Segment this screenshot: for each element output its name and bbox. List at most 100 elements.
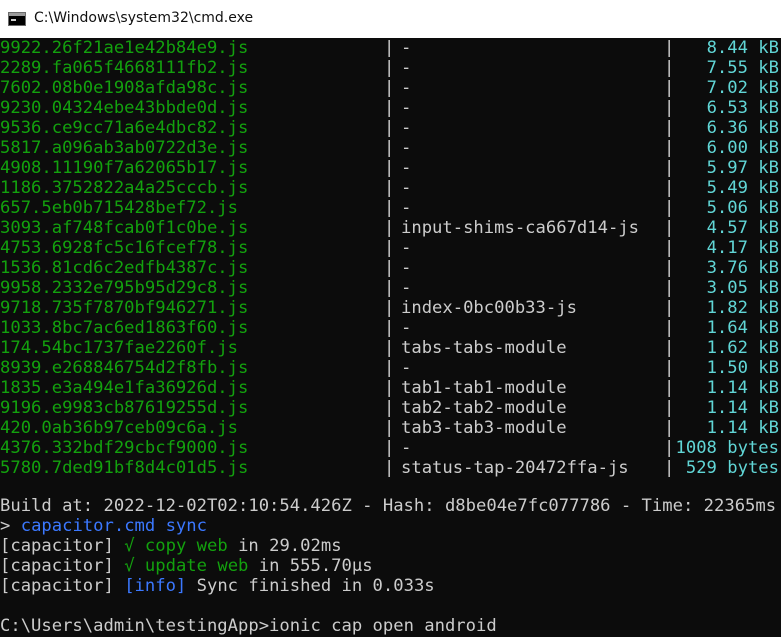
column-separator: | [664,398,675,418]
chunk-name: - [401,358,412,378]
task-duration: in 555.70μs [258,556,373,576]
chunk-size: 5.06 kB [706,198,779,218]
column-separator: | [664,438,675,458]
table-row: 9922.26f21ae1e42b84e9.js | - | 8.44 kB [0,38,781,58]
table-row: 1835.e3a494e1fa36926d.js | tab1-tab1-modul… [0,378,781,398]
chunk-file-name: 4376.332bdf29cbcf9000.js [0,438,249,458]
chunk-size: 1.14 kB [706,378,779,398]
table-row: 657.5eb0b715428bef72.js | - | 5.06 kB [0,198,781,218]
chunk-size: 1008 bytes [675,438,779,458]
chunk-name: - [401,258,412,278]
column-separator: | [384,218,395,238]
column-separator: | [664,98,675,118]
table-row: 174.54bc1737fae2260f.js | tabs-tabs-module… [0,338,781,358]
chunk-size: 5.97 kB [706,158,779,178]
chunk-size: 1.50 kB [706,358,779,378]
chunk-size: 4.17 kB [706,238,779,258]
column-separator: | [384,98,395,118]
chunk-file-name: 9718.735f7870bf946271.js [0,298,249,318]
chunk-size: 3.76 kB [706,258,779,278]
chunk-name: - [401,118,412,138]
chunk-size: 8.44 kB [706,38,779,58]
title-bar[interactable]: C:\Windows\system32\cmd.exe [0,0,781,38]
chunk-file-name: 1536.81cd6c2edfb4387c.js [0,258,249,278]
chunk-name: index-0bc00b33-js [401,298,577,318]
chunk-file-name: 1033.8bc7ac6ed1863f60.js [0,318,249,338]
command-prompt-line[interactable]: C:\Users\admin\testingApp>ionic cap open… [0,616,497,636]
chunk-name: input-shims-ca667d14-js [401,218,639,238]
task-name: copy web [144,536,228,556]
chunk-size: 529 bytes [685,458,779,478]
chunk-file-name: 2289.fa065f4668111fb2.js [0,58,249,78]
column-separator: | [664,298,675,318]
check-icon: √ [124,536,135,556]
column-separator: | [384,298,395,318]
column-separator: | [384,258,395,278]
table-row: 9536.ce9cc71a6e4dbc82.js | - | 6.36 kB [0,118,781,138]
chunk-name: tab1-tab1-module [401,378,567,398]
sync-copy-line: [capacitor] √ copy web in 29.02ms [0,536,342,556]
column-separator: | [384,398,395,418]
log-prefix: [capacitor] [0,576,114,596]
sync-command: capacitor.cmd sync [20,516,207,536]
column-separator: | [664,338,675,358]
chunk-file-name: 420.0ab36b97ceb09c6a.js [0,418,238,438]
task-duration: in 29.02ms [238,536,342,556]
column-separator: | [384,138,395,158]
chunk-name: - [401,58,412,78]
table-row: 4376.332bdf29cbcf9000.js | - | 1008 bytes [0,438,781,458]
chunk-file-name: 7602.08b0e1908afda98c.js [0,78,249,98]
column-separator: | [384,318,395,338]
table-row: 5780.7ded91bf8d4c01d5.js | status-tap-2047… [0,458,781,478]
chunk-size: 1.14 kB [706,418,779,438]
sync-command-line: > capacitor.cmd sync [0,516,207,536]
column-separator: | [664,198,675,218]
table-row: 420.0ab36b97ceb09c6a.js | tab3-tab3-module… [0,418,781,438]
column-separator: | [384,38,395,58]
chunk-size: 1.14 kB [706,398,779,418]
table-row: 1536.81cd6c2edfb4387c.js | - | 3.76 kB [0,258,781,278]
table-row: 2289.fa065f4668111fb2.js | - | 7.55 kB [0,58,781,78]
task-name: update web [144,556,249,576]
column-separator: | [664,178,675,198]
chunk-file-name: 5780.7ded91bf8d4c01d5.js [0,458,249,478]
sync-update-line: [capacitor] √ update web in 555.70μs [0,556,373,576]
chunk-size: 1.62 kB [706,338,779,358]
column-separator: | [664,318,675,338]
column-separator: | [664,418,675,438]
chunk-size: 1.64 kB [706,318,779,338]
column-separator: | [664,38,675,58]
chunk-name: - [401,158,412,178]
chunk-name: tabs-tabs-module [401,338,567,358]
table-row: 9196.e9983cb87619255d.js | tab2-tab2-modul… [0,398,781,418]
chunk-size: 6.00 kB [706,138,779,158]
column-separator: | [384,198,395,218]
chunk-size: 5.49 kB [706,178,779,198]
chunk-file-name: 1835.e3a494e1fa36926d.js [0,378,249,398]
chunk-file-name: 5817.a096ab3ab0722d3e.js [0,138,249,158]
console-output[interactable]: 9922.26f21ae1e42b84e9.js | - | 8.44 kB 2289.f… [0,38,781,637]
chunk-name: - [401,178,412,198]
chunk-size: 6.36 kB [706,118,779,138]
column-separator: | [384,238,395,258]
column-separator: | [664,158,675,178]
table-row: 4908.11190f7a62065b17.js | - | 5.97 kB [0,158,781,178]
chunk-file-name: 4908.11190f7a62065b17.js [0,158,249,178]
chunk-size: 6.53 kB [706,98,779,118]
table-row: 8939.e268846754d2f8fb.js | - | 1.50 kB [0,358,781,378]
column-separator: | [384,118,395,138]
table-row: 9958.2332e795b95d29c8.js | - | 3.05 kB [0,278,781,298]
chunk-name: - [401,98,412,118]
column-separator: | [664,378,675,398]
window-title: C:\Windows\system32\cmd.exe [34,10,254,26]
column-separator: | [384,158,395,178]
cmd-window: C:\Windows\system32\cmd.exe 9922.26f21ae… [0,0,781,637]
column-separator: | [384,338,395,358]
info-text: Sync finished in 0.033s [196,576,435,596]
column-separator: | [384,178,395,198]
cmd-console-icon [8,12,26,26]
column-separator: | [384,378,395,398]
chunk-file-name: 9536.ce9cc71a6e4dbc82.js [0,118,249,138]
chunk-name: - [401,238,412,258]
prompt-command[interactable]: ionic cap open android [269,616,497,636]
